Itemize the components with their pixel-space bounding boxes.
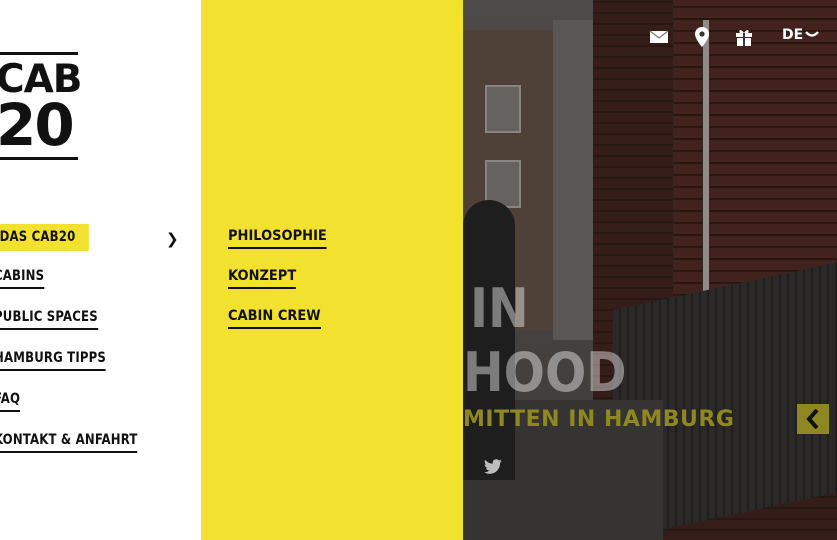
main-menu-panel: CAB 20 DAS CAB20 CABINS PUBLIC SPACES HA… xyxy=(0,0,201,540)
nav-item-kontakt-anfahrt[interactable]: KONTAKT & ANFAHRT xyxy=(0,432,138,453)
subnav-item-konzept[interactable]: KONZEPT xyxy=(228,268,297,289)
nav-item-faq[interactable]: FAQ xyxy=(0,391,21,412)
main-navigation: DAS CAB20 CABINS PUBLIC SPACES HAMBURG T… xyxy=(0,224,148,473)
nav-item-public-spaces[interactable]: PUBLIC SPACES xyxy=(0,309,98,330)
logo-line-2: 20 xyxy=(0,91,75,160)
hero-photo xyxy=(463,0,837,540)
chevron-left-icon xyxy=(806,409,819,429)
mail-icon[interactable] xyxy=(648,26,670,48)
sub-navigation: PHILOSOPHIE KONZEPT CABIN CREW xyxy=(228,228,334,348)
hero-title-line-2: HOOD xyxy=(463,341,627,404)
chevron-right-icon: ❯ xyxy=(166,230,179,248)
location-pin-icon[interactable] xyxy=(691,26,713,48)
nav-item-cabins[interactable]: CABINS xyxy=(0,268,45,289)
language-selector[interactable]: DE xyxy=(782,27,803,43)
hero-subtitle: MITTEN IN HAMBURG xyxy=(463,407,735,432)
header-icons xyxy=(0,26,837,50)
gift-icon[interactable] xyxy=(733,26,755,48)
slider-previous-button[interactable] xyxy=(797,404,829,434)
subnav-item-cabin-crew[interactable]: CABIN CREW xyxy=(228,308,321,329)
cab20-logo[interactable]: CAB 20 xyxy=(0,52,83,161)
chevron-down-icon[interactable] xyxy=(805,30,819,40)
twitter-icon[interactable] xyxy=(483,459,503,475)
hero-title-line-1: IN xyxy=(470,277,529,340)
nav-item-hamburg-tipps[interactable]: HAMBURG TIPPS xyxy=(0,350,107,371)
subnav-item-philosophie[interactable]: PHILOSOPHIE xyxy=(228,228,327,249)
submenu-panel: PHILOSOPHIE KONZEPT CABIN CREW xyxy=(201,0,463,540)
nav-item-das-cab20[interactable]: DAS CAB20 xyxy=(0,224,89,251)
